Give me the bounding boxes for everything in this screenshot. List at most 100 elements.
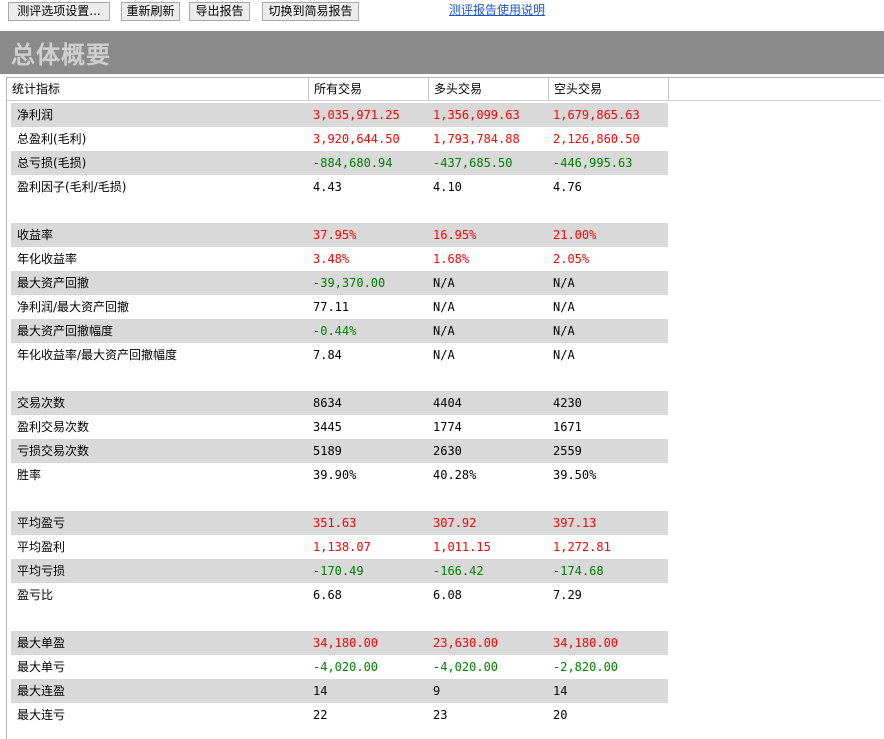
metric-label: 平均亏损	[17, 564, 66, 578]
metric-label: 收益率	[17, 228, 54, 242]
table-row: 最大资产回撤 -39,370.00 N/A N/A	[11, 271, 668, 295]
value-all-trades: 4.43	[313, 180, 342, 194]
column-header-long-trades[interactable]: 多头交易	[429, 78, 549, 100]
metric-label: 最大单盈	[17, 636, 66, 650]
table-row: 净利润/最大资产回撤 77.11 N/A N/A	[11, 295, 668, 319]
value-long-trades: 307.92	[433, 516, 477, 530]
value-all-trades: -884,680.94	[313, 156, 393, 170]
value-all-trades: 37.95%	[313, 228, 357, 242]
value-long-trades: 40.28%	[433, 468, 477, 482]
value-short-trades: -446,995.63	[553, 156, 633, 170]
value-long-trades: -437,685.50	[433, 156, 513, 170]
table-row: 总亏损(毛损) -884,680.94 -437,685.50 -446,995.63	[11, 151, 668, 175]
value-short-trades: 1671	[553, 420, 582, 434]
metric-label: 年化收益率/最大资产回撤幅度	[17, 348, 178, 362]
value-all-trades: 3.48%	[313, 252, 350, 266]
table-row: 盈亏比 6.68 6.08 7.29	[11, 583, 668, 607]
value-all-trades: 3,035,971.25	[313, 108, 400, 122]
table-row: 最大资产回撤幅度 -0.44% N/A N/A	[11, 319, 668, 343]
settings-button[interactable]: 测评选项设置...	[8, 2, 110, 21]
value-all-trades: -170.49	[313, 564, 364, 578]
value-long-trades: N/A	[433, 324, 455, 338]
value-short-trades: 14	[553, 684, 568, 698]
value-long-trades: 23,630.00	[433, 636, 499, 650]
metric-label: 最大单亏	[17, 660, 66, 674]
report-help-link[interactable]: 测评报告使用说明	[449, 1, 545, 18]
value-long-trades: -166.42	[433, 564, 484, 578]
table-row: 平均亏损 -170.49 -166.42 -174.68	[11, 559, 668, 583]
table-row: 最大连盈 14 9 14	[11, 679, 668, 703]
table-row: 最大连亏 22 23 20	[11, 703, 668, 727]
refresh-button[interactable]: 重新刷新	[121, 2, 180, 21]
value-all-trades: 1,138.07	[313, 540, 371, 554]
metric-label: 最大资产回撤	[17, 276, 90, 290]
value-short-trades: N/A	[553, 348, 575, 362]
table-row: 亏损交易次数 5189 2630 2559	[11, 439, 668, 463]
column-header-metric[interactable]: 统计指标	[7, 78, 309, 100]
metric-label: 最大连盈	[17, 684, 66, 698]
value-all-trades: -39,370.00	[313, 276, 386, 290]
value-long-trades: 1,011.15	[433, 540, 491, 554]
column-header-short-trades[interactable]: 空头交易	[549, 78, 669, 100]
table-row: 交易次数 8634 4404 4230	[11, 391, 668, 415]
metric-label: 净利润	[17, 108, 54, 122]
table-row: 盈利因子(毛利/毛损) 4.43 4.10 4.76	[11, 175, 668, 199]
metric-label: 总亏损(毛损)	[17, 156, 87, 170]
metric-label: 平均盈利	[17, 540, 66, 554]
value-short-trades: 2.05%	[553, 252, 590, 266]
table-row: 平均盈亏 351.63 307.92 397.13	[11, 511, 668, 535]
metric-label: 亏损交易次数	[17, 444, 90, 458]
table-header: 统计指标 所有交易 多头交易 空头交易	[7, 78, 881, 101]
table-row: 收益率 37.95% 16.95% 21.00%	[11, 223, 668, 247]
value-short-trades: 39.50%	[553, 468, 597, 482]
value-short-trades: 4.76	[553, 180, 582, 194]
value-short-trades: 2559	[553, 444, 582, 458]
value-all-trades: -0.44%	[313, 324, 357, 338]
value-long-trades: 16.95%	[433, 228, 477, 242]
value-long-trades: N/A	[433, 276, 455, 290]
value-short-trades: 2,126,860.50	[553, 132, 640, 146]
value-long-trades: 1774	[433, 420, 462, 434]
metric-label: 净利润/最大资产回撤	[17, 300, 130, 314]
value-short-trades: -174.68	[553, 564, 604, 578]
metric-label: 总盈利(毛利)	[17, 132, 87, 146]
value-short-trades: 34,180.00	[553, 636, 619, 650]
table-row: 最大单盈 34,180.00 23,630.00 34,180.00	[11, 631, 668, 655]
value-all-trades: 7.84	[313, 348, 342, 362]
metric-label: 盈利因子(毛利/毛损)	[17, 180, 127, 194]
value-all-trades: 39.90%	[313, 468, 357, 482]
metric-label: 平均盈亏	[17, 516, 66, 530]
table-row: 年化收益率 3.48% 1.68% 2.05%	[11, 247, 668, 271]
value-short-trades: 397.13	[553, 516, 597, 530]
metric-label: 最大连亏	[17, 708, 66, 722]
table-row: 盈利交易次数 3445 1774 1671	[11, 415, 668, 439]
value-short-trades: 1,679,865.63	[553, 108, 640, 122]
metric-label: 交易次数	[17, 396, 66, 410]
export-report-button[interactable]: 导出报告	[189, 2, 250, 21]
value-all-trades: 6.68	[313, 588, 342, 602]
value-long-trades: 1,793,784.88	[433, 132, 520, 146]
table-row: 平均盈利 1,138.07 1,011.15 1,272.81	[11, 535, 668, 559]
metric-label: 胜率	[17, 468, 42, 482]
switch-simple-report-button[interactable]: 切换到简易报告	[262, 2, 359, 21]
table-row: 总盈利(毛利) 3,920,644.50 1,793,784.88 2,126,860…	[11, 127, 668, 151]
value-all-trades: 3,920,644.50	[313, 132, 400, 146]
metric-label: 盈亏比	[17, 588, 54, 602]
value-short-trades: 20	[553, 708, 568, 722]
column-header-all-trades[interactable]: 所有交易	[309, 78, 429, 100]
value-all-trades: 351.63	[313, 516, 357, 530]
metric-label: 最大资产回撤幅度	[17, 324, 114, 338]
toolbar: 测评选项设置... 重新刷新 导出报告 切换到简易报告 测评报告使用说明	[0, 0, 884, 30]
value-short-trades: 7.29	[553, 588, 582, 602]
summary-banner: 总体概要	[0, 31, 884, 74]
value-all-trades: -4,020.00	[313, 660, 379, 674]
value-short-trades: N/A	[553, 324, 575, 338]
value-long-trades: 1.68%	[433, 252, 470, 266]
value-long-trades: 4.10	[433, 180, 462, 194]
page-title: 总体概要	[11, 41, 111, 69]
value-long-trades: 1,356,099.63	[433, 108, 520, 122]
value-all-trades: 22	[313, 708, 328, 722]
value-short-trades: N/A	[553, 300, 575, 314]
value-long-trades: N/A	[433, 300, 455, 314]
metric-label: 盈利交易次数	[17, 420, 90, 434]
